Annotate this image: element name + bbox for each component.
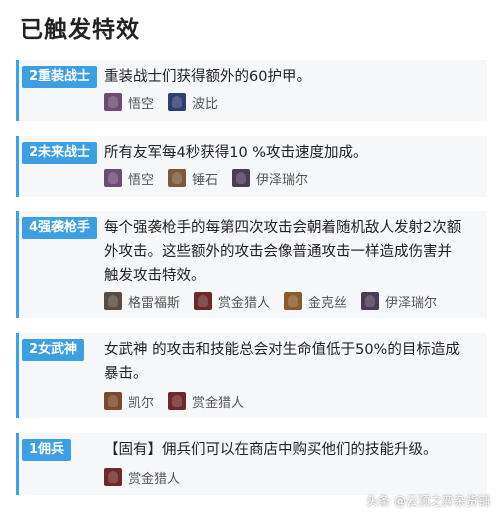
trait-card-future-warrior: 2未来战士 所有友军每4秒获得10 %攻击速度加成。 悟空 锤石 伊泽瑞尔 — [16, 136, 487, 197]
trait-card-blaster: 4强袭枪手 每个强袭枪手的每第四次攻击会朝着随机敌人发射2次额 外攻击。这些额外… — [16, 211, 487, 318]
champion-item[interactable]: 金克丝 — [284, 292, 347, 311]
champion-item[interactable]: 赏金猎人 — [104, 468, 180, 487]
trait-card-valkyrie: 2女武神 女武神 的攻击和技能总会对生命值低于50%的目标造成 暴击。 凯尔 赏… — [16, 333, 487, 418]
champion-avatar — [104, 392, 122, 410]
trait-badge: 1佣兵 — [22, 439, 72, 461]
trait-card-heavy-warrior: 2重装战士 重装战士们获得额外的60护甲。 悟空 波比 — [16, 60, 487, 121]
champion-item[interactable]: 伊泽瑞尔 — [361, 292, 437, 311]
champion-item[interactable]: 赏金猎人 — [168, 392, 244, 411]
page-title: 已触发特效 — [20, 17, 140, 43]
trait-description: 重装战士们获得额外的60护甲。 — [104, 69, 311, 85]
champion-name: 凯尔 — [128, 395, 155, 411]
trait-card-mercenary: 1佣兵 【固有】佣兵们可以在商店中购买他们的技能升级。 赏金猎人 — [16, 433, 487, 495]
champion-avatar — [232, 169, 251, 187]
champion-avatar — [168, 169, 187, 187]
champion-avatar — [194, 292, 213, 310]
champion-name: 波比 — [192, 96, 219, 112]
champion-item[interactable]: 格雷福斯 — [104, 292, 180, 311]
champion-name: 格雷福斯 — [128, 295, 181, 311]
champion-list: 格雷福斯 赏金猎人 金克丝 伊泽瑞尔 — [104, 291, 451, 311]
champion-name: 赏金猎人 — [128, 471, 181, 487]
champion-avatar — [168, 392, 187, 410]
watermark: 头条 @云顶之弈杂货铺 — [366, 494, 490, 508]
trait-badge: 4强袭枪手 — [22, 217, 98, 239]
champion-list: 悟空 波比 — [104, 92, 232, 112]
champion-name: 赏金猎人 — [192, 395, 245, 411]
champion-avatar — [104, 468, 122, 486]
champion-item[interactable]: 悟空 — [104, 169, 154, 188]
trait-badge: 2未来战士 — [22, 142, 98, 164]
champion-item[interactable]: 凯尔 — [104, 392, 154, 411]
trait-description: 所有友军每4秒获得10 %攻击速度加成。 — [104, 145, 368, 161]
champion-avatar — [104, 292, 122, 310]
champion-list: 悟空 锤石 伊泽瑞尔 — [104, 168, 322, 188]
champion-name: 悟空 — [128, 96, 155, 112]
champion-item[interactable]: 赏金猎人 — [194, 292, 270, 311]
champion-name: 伊泽瑞尔 — [256, 172, 309, 188]
champion-avatar — [361, 292, 380, 310]
trait-badge: 2重装战士 — [22, 66, 98, 88]
champion-list: 凯尔 赏金猎人 — [104, 391, 258, 411]
champion-avatar — [284, 292, 303, 310]
champion-item[interactable]: 波比 — [168, 93, 218, 112]
champion-name: 赏金猎人 — [218, 295, 271, 311]
trait-badge: 2女武神 — [22, 339, 85, 361]
champion-name: 伊泽瑞尔 — [385, 295, 438, 311]
champion-name: 锤石 — [192, 172, 219, 188]
champion-list: 赏金猎人 — [104, 467, 194, 487]
trait-description: 【固有】佣兵们可以在商店中购买他们的技能升级。 — [104, 442, 438, 458]
champion-item[interactable]: 悟空 — [104, 93, 154, 112]
champion-name: 悟空 — [128, 172, 155, 188]
champion-avatar — [104, 93, 122, 111]
champion-avatar — [168, 93, 187, 111]
champion-item[interactable]: 锤石 — [168, 169, 218, 188]
champion-avatar — [104, 169, 122, 187]
champion-item[interactable]: 伊泽瑞尔 — [232, 169, 308, 188]
champion-name: 金克丝 — [308, 295, 348, 311]
trait-description: 女武神 的攻击和技能总会对生命值低于50%的目标造成 暴击。 — [104, 342, 460, 382]
trait-description: 每个强袭枪手的每第四次攻击会朝着随机敌人发射2次额 外攻击。这些额外的攻击会像普… — [104, 220, 462, 284]
